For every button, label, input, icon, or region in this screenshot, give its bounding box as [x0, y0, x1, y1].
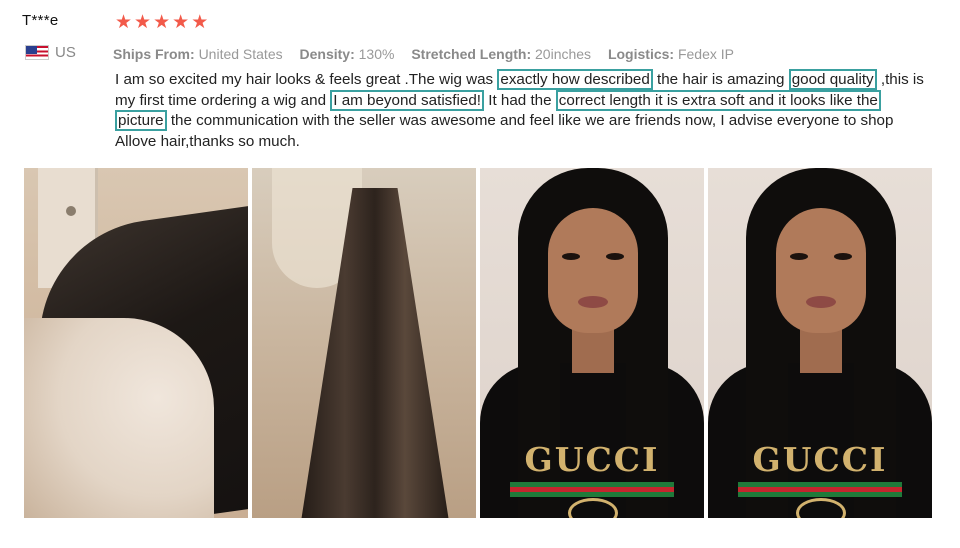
star-icon: ★ [153, 12, 171, 33]
star-rating: ★ ★ ★ ★ ★ [115, 13, 208, 32]
review-photo-model-front[interactable]: GUCCI [480, 168, 704, 518]
review-highlight: good quality [788, 69, 877, 90]
ships-from-value: United States [198, 46, 283, 62]
density-attr: Density: 130% [300, 46, 399, 62]
logistics-label: Logistics: [607, 46, 675, 62]
reviewer-country: US [25, 44, 76, 61]
stretched-length-value: 20inches [535, 46, 592, 62]
reviewer-name: T***e [22, 12, 59, 29]
review-text-segment: the hair is amazing [652, 71, 789, 88]
review-text-segment: It had the [484, 91, 556, 109]
density-value: 130% [358, 46, 395, 62]
country-code: US [55, 44, 76, 61]
review-photo-hairline[interactable] [24, 168, 248, 518]
star-icon: ★ [191, 12, 209, 33]
logistics-value: Fedex IP [677, 46, 734, 62]
review-highlight: correct length it is extra soft and it l… [555, 89, 881, 111]
review-text-segment: the communication with the seller was aw… [115, 112, 894, 150]
star-icon: ★ [172, 12, 190, 33]
review-body: I am so excited my hair looks & feels gr… [115, 69, 930, 152]
density-label: Density: [299, 46, 355, 62]
us-flag-icon [25, 45, 49, 60]
review-highlight: I am beyond satisfied! [330, 89, 484, 111]
logistics-attr: Logistics: Fedex IP [608, 46, 734, 62]
shirt-brand-text: GUCCI [752, 440, 888, 479]
review-highlight: picture [115, 110, 167, 131]
review-text-segment: I am so excited my hair looks & feels gr… [115, 71, 498, 88]
star-icon: ★ [134, 12, 152, 33]
shirt-brand-text: GUCCI [524, 440, 660, 479]
ships-from-label: Ships From: [113, 46, 195, 62]
order-attributes: Ships From: United States Density: 130% … [113, 46, 747, 62]
star-icon: ★ [115, 12, 133, 33]
reviewer-info: T***e [22, 12, 92, 29]
review-highlight: exactly how described [497, 69, 653, 90]
stretched-length-label: Stretched Length: [411, 46, 532, 62]
stretched-length-attr: Stretched Length: 20inches [411, 46, 595, 62]
review-photo-hair-bundle[interactable] [252, 168, 476, 518]
review-photo-gallery: GUCCI GUCCI [24, 168, 932, 518]
review-photo-model-angle[interactable]: GUCCI [708, 168, 932, 518]
ships-from-attr: Ships From: United States [113, 46, 287, 62]
